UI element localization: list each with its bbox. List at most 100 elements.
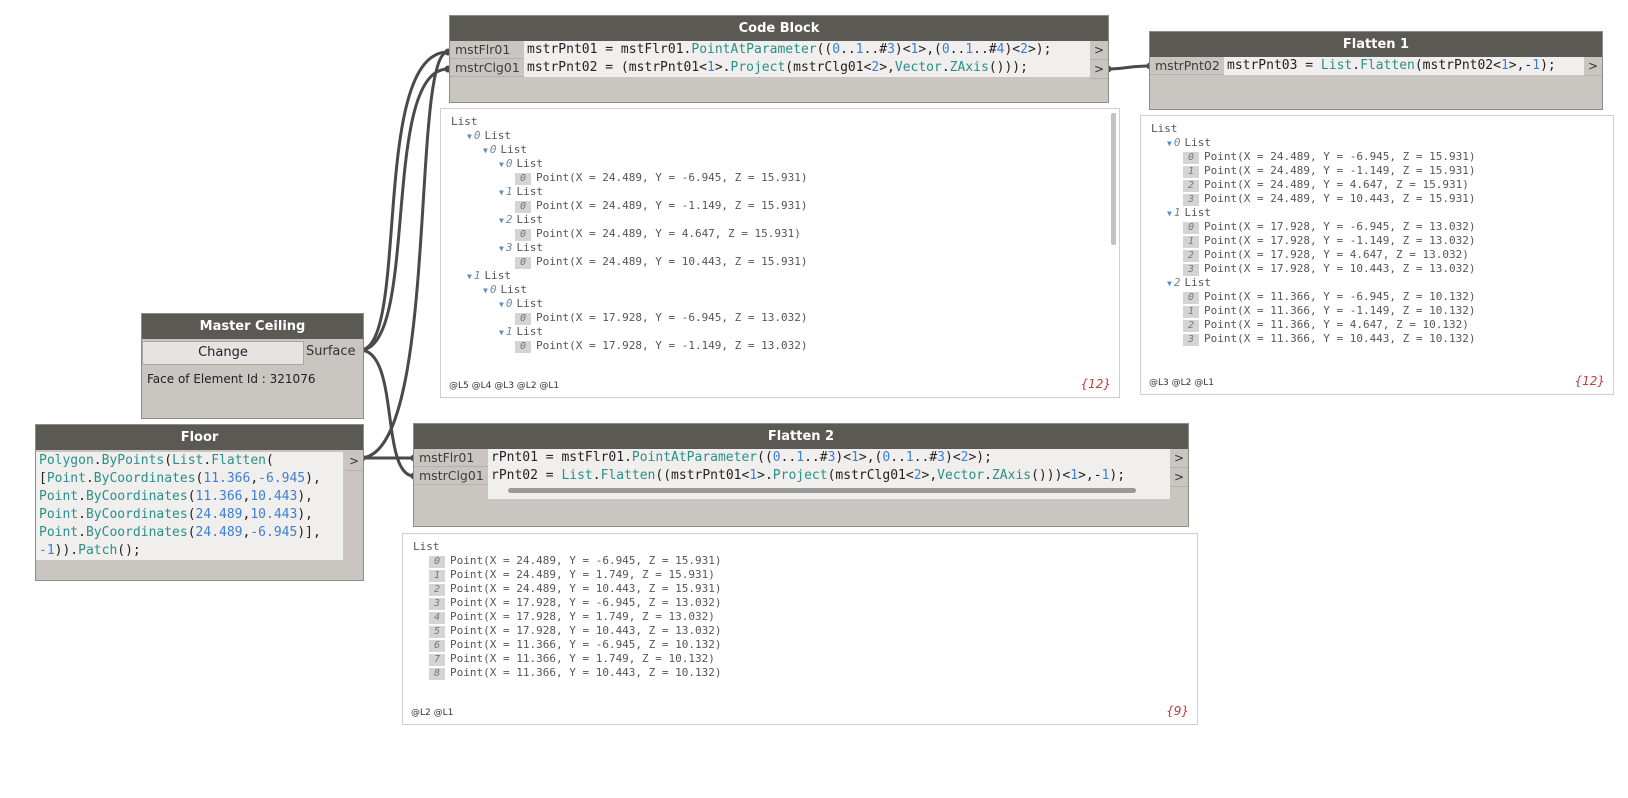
input-port-mstflr01[interactable]: mstFlr01 xyxy=(414,449,488,467)
item-text: List xyxy=(516,185,543,198)
item-index: 0 xyxy=(1173,136,1181,149)
code-line: rPnt01 = mstFlr01.PointAtParameter((0..1… xyxy=(491,450,992,465)
item-index: 1 xyxy=(429,570,445,582)
output-port-surface[interactable]: Surface xyxy=(306,344,356,359)
wire-surface-to-flatten2 xyxy=(359,348,415,478)
preview-list[interactable]: ▼ 2 List xyxy=(451,213,808,227)
item-index: 0 xyxy=(489,143,497,156)
output-port-1[interactable]: > xyxy=(1090,41,1108,60)
preview-item: 0 Point(X = 17.928, Y = -6.945, Z = 13.03… xyxy=(1151,220,1476,234)
preview-list[interactable]: ▼ 0 List xyxy=(451,297,808,311)
master-ceiling-node[interactable]: Master Ceiling Change Surface Face of El… xyxy=(142,314,363,418)
input-port-mstrclg01[interactable]: mstrClg01 xyxy=(450,59,524,77)
code-block-preview[interactable]: List ▼ 0 List ▼ 0 List ▼ 0 List 0 Point(X = 24.489,… xyxy=(440,108,1120,398)
node-title: Flatten 1 xyxy=(1150,32,1602,57)
item-text: List xyxy=(516,213,543,226)
preview-levels: @L3 @L2 @L1 xyxy=(1149,378,1214,388)
item-text: Point(X = 24.489, Y = 10.443, Z = 15.931… xyxy=(1204,192,1476,205)
floor-node[interactable]: Floor Polygon.ByPoints(List.Flatten([Poi… xyxy=(36,425,363,580)
collapse-triangle-icon[interactable]: ▼ xyxy=(467,272,472,281)
preview-list[interactable]: ▼ 1 List xyxy=(451,325,808,339)
flatten2-node[interactable]: Flatten 2 mstFlr01 mstrClg01 rPnt01 = ms… xyxy=(414,424,1188,526)
collapse-triangle-icon[interactable]: ▼ xyxy=(499,216,504,225)
item-text: List xyxy=(1184,276,1211,289)
preview-tree: List ▼ 0 List ▼ 0 List ▼ 0 List 0 Point(X = 24.489,… xyxy=(451,115,808,367)
preview-count: {12} xyxy=(1574,374,1605,388)
output-port-1[interactable]: > xyxy=(1170,449,1188,468)
code-editor[interactable]: mstrPnt01 = mstFlr01.PointAtParameter((0… xyxy=(524,41,1090,77)
preview-item: 3 Point(X = 17.928, Y = 10.443, Z = 13.03… xyxy=(1151,262,1476,276)
item-index: 1 xyxy=(1183,166,1199,178)
collapse-triangle-icon[interactable]: ▼ xyxy=(499,244,504,253)
output-port-1[interactable]: > xyxy=(345,452,363,471)
item-text: Point(X = 24.489, Y = 10.443, Z = 15.931… xyxy=(450,582,722,595)
code-line: -1)).Patch(); xyxy=(39,543,141,558)
collapse-triangle-icon[interactable]: ▼ xyxy=(483,146,488,155)
output-port-2[interactable]: > xyxy=(1090,60,1108,79)
item-text: Point(X = 11.366, Y = -1.149, Z = 10.132… xyxy=(1204,304,1476,317)
input-port-mstrpnt02[interactable]: mstrPnt02 xyxy=(1150,57,1224,75)
preview-list[interactable]: ▼ 1 List xyxy=(451,185,808,199)
code-editor[interactable]: mstrPnt03 = List.Flatten(mstrPnt02<1>,-1… xyxy=(1224,57,1584,75)
code-editor[interactable]: Polygon.ByPoints(List.Flatten([Point.ByC… xyxy=(36,452,343,560)
preview-list[interactable]: ▼ 1 List xyxy=(451,269,808,283)
flatten1-node[interactable]: Flatten 1 mstrPnt02 mstrPnt03 = List.Fla… xyxy=(1150,32,1602,109)
collapse-triangle-icon[interactable]: ▼ xyxy=(499,188,504,197)
preview-list[interactable]: ▼ 3 List xyxy=(451,241,808,255)
output-port-2[interactable]: > xyxy=(1170,468,1188,487)
preview-list[interactable]: ▼ 0 List xyxy=(451,283,808,297)
preview-levels: @L2 @L1 xyxy=(411,708,454,718)
preview-item: 5 Point(X = 17.928, Y = 10.443, Z = 13.03… xyxy=(413,624,722,638)
horizontal-scrollbar[interactable] xyxy=(508,488,1136,493)
item-index: 0 xyxy=(429,556,445,568)
item-text: Point(X = 17.928, Y = 10.443, Z = 13.032… xyxy=(1204,262,1476,275)
collapse-triangle-icon[interactable]: ▼ xyxy=(1167,279,1172,288)
preview-list[interactable]: ▼ 2 List xyxy=(1151,276,1476,290)
code-block-node[interactable]: Code Block mstFlr01 mstrClg01 mstrPnt01 … xyxy=(450,16,1108,102)
preview-item: 1 Point(X = 24.489, Y = -1.149, Z = 15.93… xyxy=(1151,164,1476,178)
flatten2-preview[interactable]: List 0 Point(X = 24.489, Y = -6.945, Z = 1… xyxy=(402,533,1198,725)
collapse-triangle-icon[interactable]: ▼ xyxy=(467,132,472,141)
preview-list[interactable]: ▼ 1 List xyxy=(1151,206,1476,220)
output-ports: > xyxy=(345,452,363,471)
item-index: 0 xyxy=(505,297,513,310)
preview-list[interactable]: ▼ 0 List xyxy=(1151,136,1476,150)
flatten1-preview[interactable]: List ▼ 0 List 0 Point(X = 24.489, Y = -6.945,… xyxy=(1140,115,1614,395)
preview-levels: @L5 @L4 @L3 @L2 @L1 xyxy=(449,381,560,391)
collapse-triangle-icon[interactable]: ▼ xyxy=(1167,139,1172,148)
collapse-triangle-icon[interactable]: ▼ xyxy=(1167,209,1172,218)
vertical-scrollbar[interactable] xyxy=(1111,113,1116,245)
input-port-mstrclg01[interactable]: mstrClg01 xyxy=(414,467,488,485)
collapse-triangle-icon[interactable]: ▼ xyxy=(483,286,488,295)
item-text: Point(X = 11.366, Y = -6.945, Z = 10.132… xyxy=(450,638,722,651)
item-text: List xyxy=(516,157,543,170)
wire-surface-to-codeblock xyxy=(359,50,449,352)
preview-list[interactable]: ▼ 0 List xyxy=(451,129,808,143)
item-text: List xyxy=(500,283,527,296)
item-index: 0 xyxy=(515,229,531,241)
preview-list[interactable]: ▼ 0 List xyxy=(451,143,808,157)
item-text: Point(X = 17.928, Y = -6.945, Z = 13.032… xyxy=(536,311,808,324)
collapse-triangle-icon[interactable]: ▼ xyxy=(499,160,504,169)
preview-item: 0 Point(X = 24.489, Y = 10.443, Z = 15.93… xyxy=(451,255,808,269)
preview-item: 0 Point(X = 17.928, Y = -1.149, Z = 13.03… xyxy=(451,339,808,353)
preview-item: 2 Point(X = 24.489, Y = 4.647, Z = 15.931… xyxy=(1151,178,1476,192)
output-port-1[interactable]: > xyxy=(1584,57,1602,76)
item-text: Point(X = 11.366, Y = 10.443, Z = 10.132… xyxy=(450,666,722,679)
element-info: Face of Element Id : 321076 xyxy=(147,372,316,386)
item-index: 5 xyxy=(429,626,445,638)
item-text: Point(X = 24.489, Y = -6.945, Z = 15.931… xyxy=(450,554,722,567)
preview-item: 0 Point(X = 24.489, Y = -6.945, Z = 15.93… xyxy=(1151,150,1476,164)
item-text: List xyxy=(451,115,478,128)
preview-list[interactable]: ▼ 0 List xyxy=(451,157,808,171)
wire-surface-to-codeblock-clg xyxy=(359,67,449,352)
item-text: Point(X = 11.366, Y = 10.443, Z = 10.132… xyxy=(1204,332,1476,345)
item-index: 0 xyxy=(505,157,513,170)
change-button[interactable]: Change xyxy=(142,341,304,365)
item-index: 2 xyxy=(505,213,513,226)
collapse-triangle-icon[interactable]: ▼ xyxy=(499,300,504,309)
collapse-triangle-icon[interactable]: ▼ xyxy=(499,328,504,337)
item-index: 1 xyxy=(1183,236,1199,248)
preview-list: List xyxy=(451,115,808,129)
input-port-mstflr01[interactable]: mstFlr01 xyxy=(450,41,524,59)
